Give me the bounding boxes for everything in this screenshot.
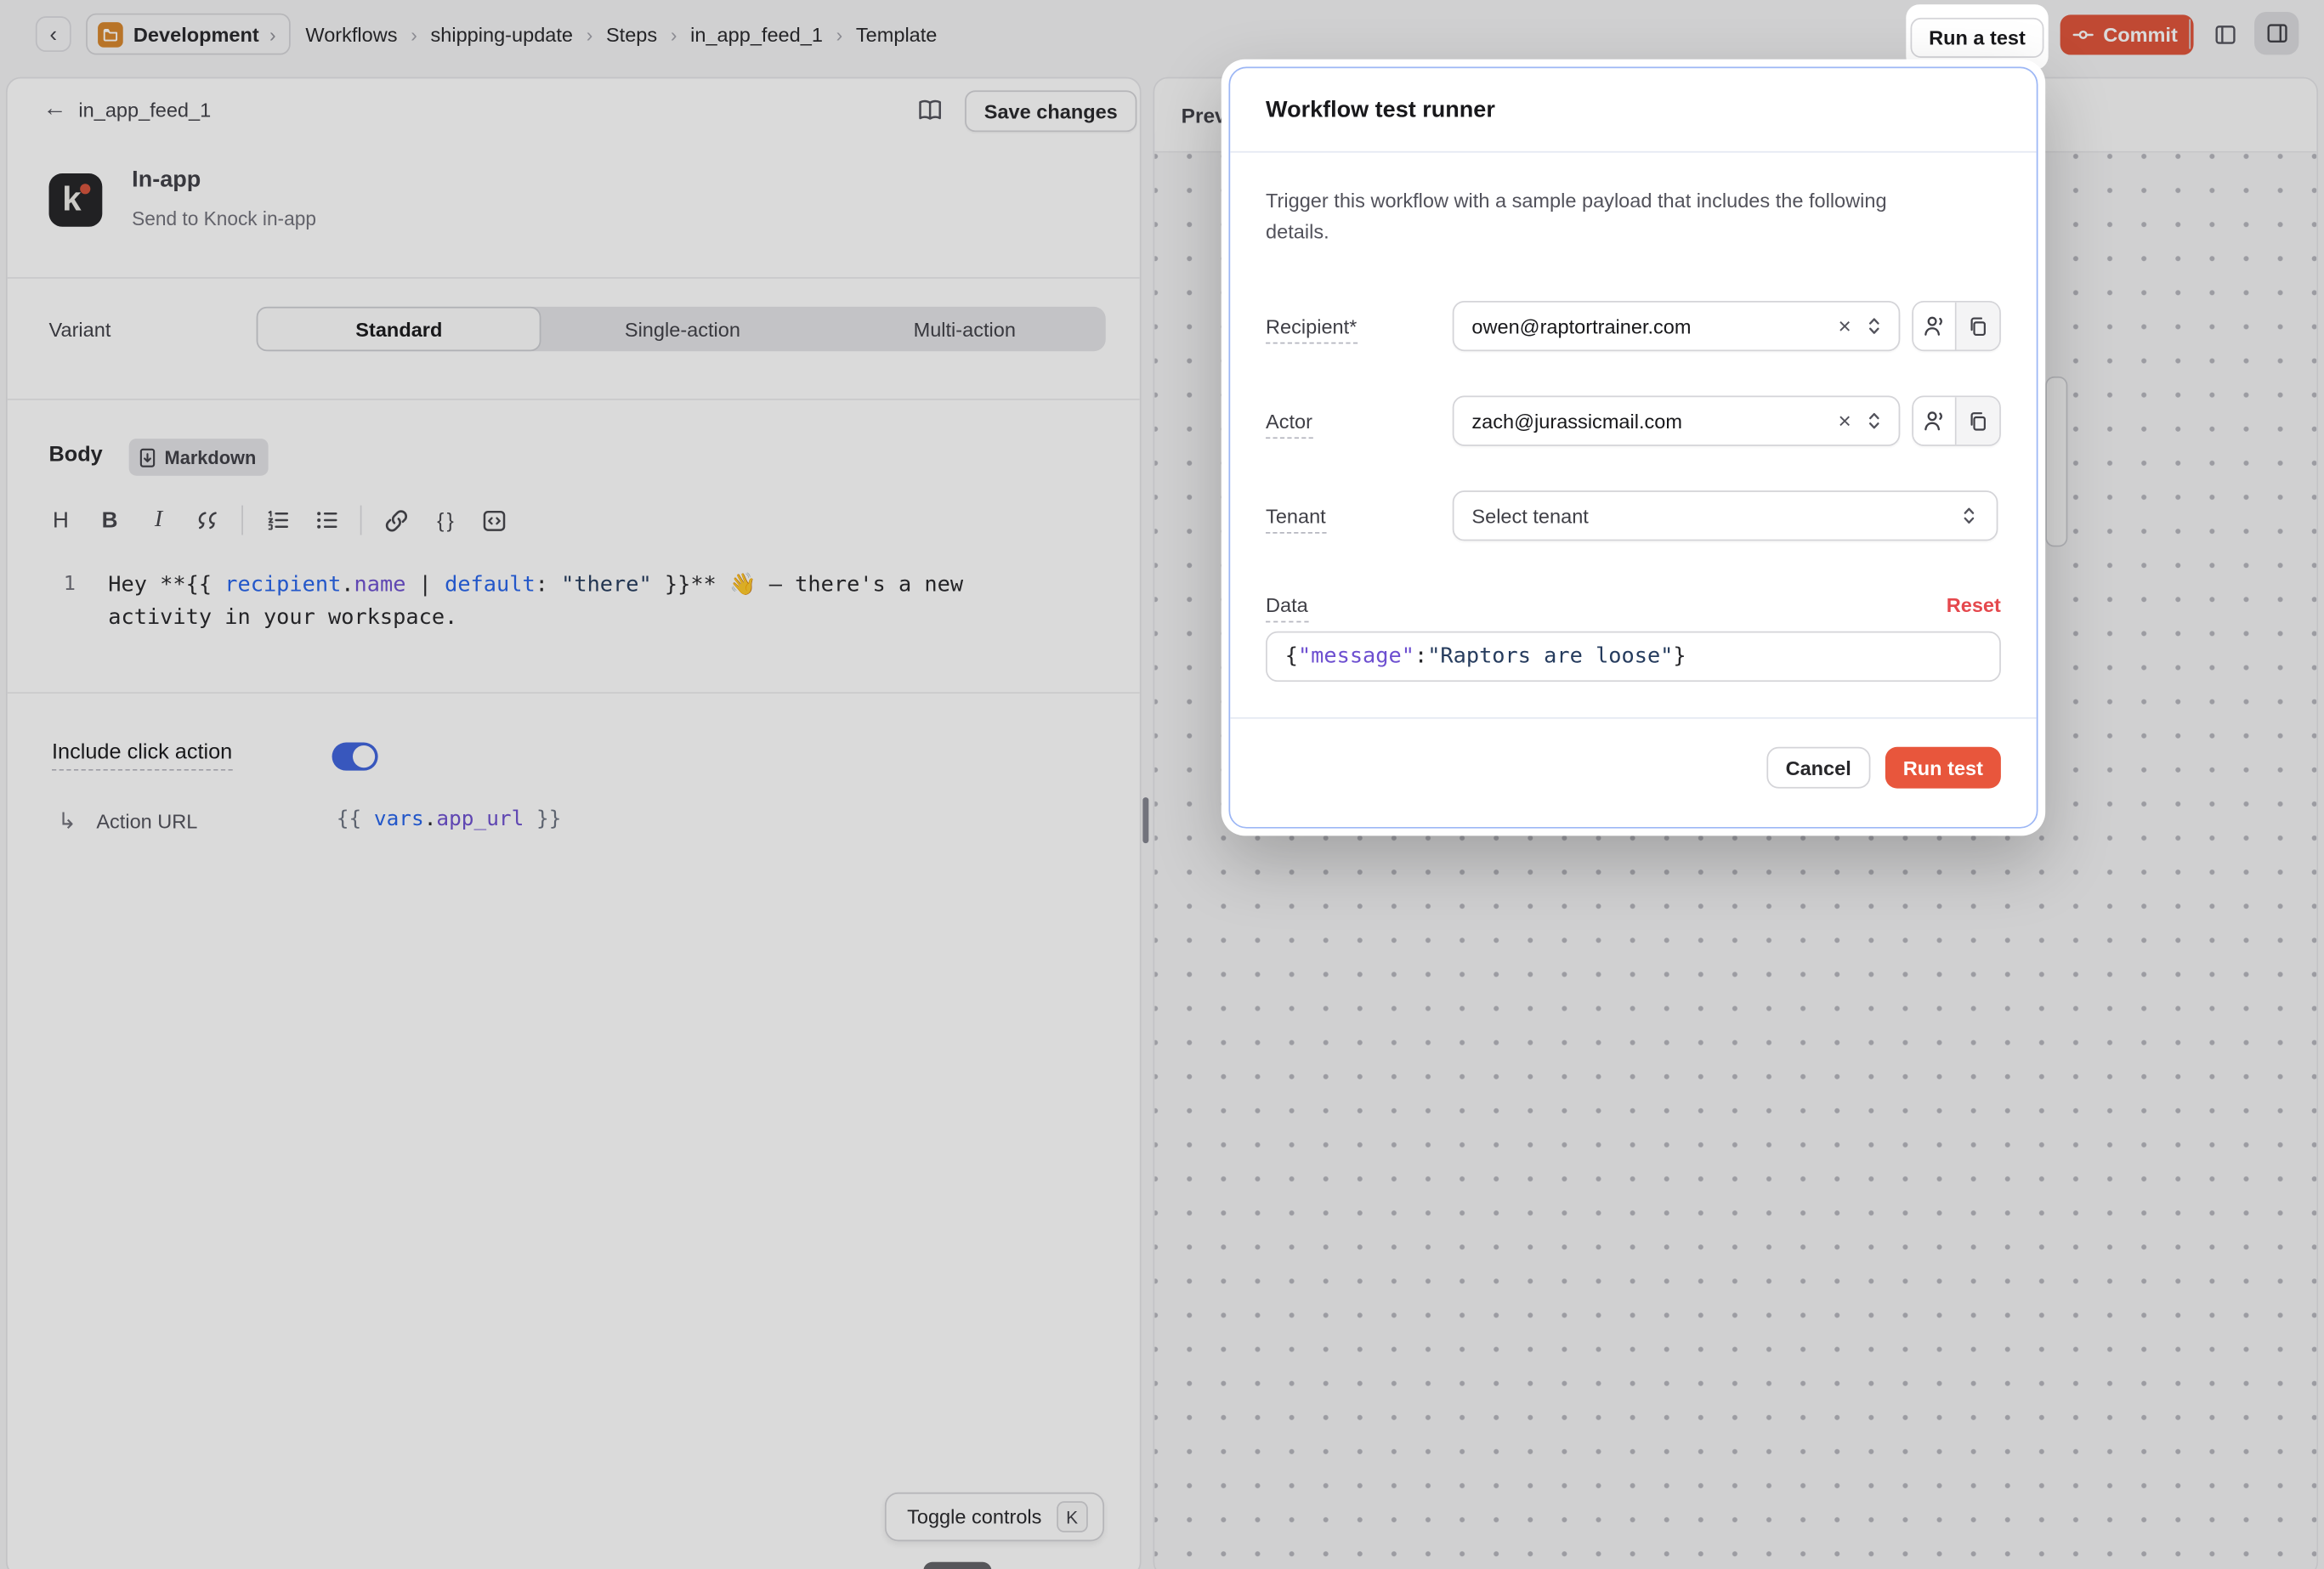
tenant-placeholder: Select tenant (1471, 505, 1959, 527)
updown-chevron-icon (1959, 504, 1979, 528)
run-a-test-button[interactable]: Run a test (1911, 17, 2043, 57)
actor-actions (1912, 396, 2001, 446)
app-window: ‹ Development › Workflows › shipping-upd… (0, 0, 2324, 1569)
browse-users-button[interactable] (1913, 303, 1957, 350)
run-test-button[interactable]: Run test (1885, 747, 2001, 789)
modal-footer: Cancel Run test (1230, 717, 2037, 827)
tenant-select[interactable]: Select tenant (1453, 490, 1998, 541)
reset-data-link[interactable]: Reset (1947, 594, 2001, 616)
modal-header: Workflow test runner (1230, 68, 2037, 151)
tenant-field-row: Tenant Select tenant (1266, 490, 2001, 541)
browse-users-button[interactable] (1913, 397, 1957, 445)
data-label: Data (1266, 594, 1308, 616)
clear-actor-icon[interactable]: × (1838, 410, 1851, 432)
updown-chevron-icon (1864, 409, 1884, 433)
clear-recipient-icon[interactable]: × (1838, 315, 1851, 337)
tenant-label: Tenant (1266, 505, 1453, 527)
data-json-input[interactable]: {"message": "Raptors are loose"} (1266, 632, 2001, 682)
recipient-value: owen@raptortrainer.com (1471, 315, 1838, 337)
actor-value: zach@jurassicmail.com (1471, 410, 1838, 432)
actor-label: Actor (1266, 410, 1453, 432)
copy-recipient-button[interactable] (1957, 303, 2000, 350)
recipient-actions (1912, 301, 2001, 351)
recipient-label: Recipient* (1266, 315, 1453, 337)
data-field-header: Data Reset (1266, 594, 2001, 616)
copy-actor-button[interactable] (1957, 397, 2000, 445)
recipient-combobox[interactable]: owen@raptortrainer.com × (1453, 301, 1901, 351)
run-a-test-label: Run a test (1929, 26, 2026, 48)
recipient-field-row: Recipient* owen@raptortrainer.com × (1266, 301, 2001, 351)
actor-field-row: Actor zach@jurassicmail.com × (1266, 396, 2001, 446)
modal-description: Trigger this workflow with a sample payl… (1266, 185, 1936, 247)
modal-title: Workflow test runner (1266, 98, 2001, 124)
cancel-button[interactable]: Cancel (1766, 747, 1871, 789)
actor-combobox[interactable]: zach@jurassicmail.com × (1453, 396, 1901, 446)
workflow-test-runner-modal: Workflow test runner Trigger this workfl… (1222, 59, 2045, 836)
updown-chevron-icon (1864, 314, 1884, 338)
